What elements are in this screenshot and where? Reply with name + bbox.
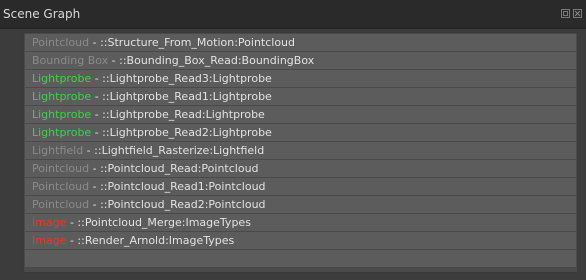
node-path-label: ::Bounding_Box_Read:BoundingBox: [119, 54, 315, 67]
scene-graph-row[interactable]: Image - ::Render_Arnold:ImageTypes: [25, 232, 576, 249]
node-type-label: Pointcloud: [32, 198, 90, 211]
node-type-label: Lightprobe: [32, 90, 92, 103]
node-type-label: Pointcloud: [32, 162, 90, 175]
scene-graph-list-panel: Pointcloud - ::Structure_From_Motion:Poi…: [23, 32, 578, 273]
node-type-label: Pointcloud: [32, 36, 90, 49]
node-path-label: ::Pointcloud_Read2:Pointcloud: [100, 198, 266, 211]
node-path-label: ::Lightprobe_Read:Lightprobe: [102, 108, 265, 121]
node-type-label: Bounding Box: [32, 54, 109, 67]
scene-graph-row[interactable]: Image - ::Pointcloud_Merge:ImageTypes: [25, 214, 576, 231]
node-path-label: ::Lightprobe_Read1:Lightprobe: [102, 90, 272, 103]
scene-graph-row[interactable]: Pointcloud - ::Pointcloud_Read1:Pointclo…: [25, 178, 576, 195]
scene-graph-list: Pointcloud - ::Structure_From_Motion:Poi…: [25, 34, 576, 268]
float-window-icon[interactable]: [561, 9, 570, 18]
node-type-label: Lightprobe: [32, 126, 92, 139]
close-icon[interactable]: [573, 9, 582, 18]
node-path-label: ::Lightprobe_Read2:Lightprobe: [102, 126, 272, 139]
scene-graph-row[interactable]: Lightfield - ::Lightfield_Rasterize:Ligh…: [25, 142, 576, 159]
separator-text: -: [89, 180, 101, 193]
scene-graph-row[interactable]: Lightprobe - ::Lightprobe_Read:Lightprob…: [25, 106, 576, 123]
separator-text: -: [91, 72, 103, 85]
node-path-label: ::Lightfield_Rasterize:Lightfield: [94, 144, 265, 157]
separator-text: -: [108, 54, 120, 67]
separator-text: -: [66, 234, 78, 247]
separator-text: -: [89, 36, 101, 49]
node-path-label: ::Pointcloud_Read:Pointcloud: [100, 162, 259, 175]
scene-graph-row[interactable]: Lightprobe - ::Lightprobe_Read1:Lightpro…: [25, 88, 576, 105]
node-type-label: Lightfield: [32, 144, 84, 157]
title-bar[interactable]: Scene Graph: [0, 0, 586, 29]
node-path-label: ::Render_Arnold:ImageTypes: [77, 234, 235, 247]
separator-text: -: [66, 216, 78, 229]
node-type-label: Lightprobe: [32, 72, 92, 85]
separator-text: -: [91, 108, 103, 121]
node-type-label: Lightprobe: [32, 108, 92, 121]
scene-graph-row[interactable]: [25, 250, 576, 267]
scene-graph-row[interactable]: Pointcloud - ::Structure_From_Motion:Poi…: [25, 34, 576, 51]
separator-text: -: [89, 162, 101, 175]
window-title: Scene Graph: [3, 7, 81, 21]
node-type-label: Pointcloud: [32, 180, 90, 193]
scene-graph-row[interactable]: Pointcloud - ::Pointcloud_Read2:Pointclo…: [25, 196, 576, 213]
node-path-label: ::Pointcloud_Merge:ImageTypes: [77, 216, 251, 229]
separator-text: -: [89, 198, 101, 211]
scene-graph-row[interactable]: Lightprobe - ::Lightprobe_Read2:Lightpro…: [25, 124, 576, 141]
scene-graph-row[interactable]: Lightprobe - ::Lightprobe_Read3:Lightpro…: [25, 70, 576, 87]
scene-graph-window: Scene Graph Pointcloud - ::Structure_Fro…: [0, 0, 586, 280]
separator-text: -: [91, 90, 103, 103]
separator-text: -: [91, 126, 103, 139]
scene-graph-row[interactable]: Bounding Box - ::Bounding_Box_Read:Bound…: [25, 52, 576, 69]
separator-text: -: [83, 144, 95, 157]
node-type-label: Image: [32, 234, 67, 247]
node-path-label: ::Pointcloud_Read1:Pointcloud: [100, 180, 266, 193]
node-type-label: Image: [32, 216, 67, 229]
node-path-label: ::Lightprobe_Read3:Lightprobe: [102, 72, 272, 85]
node-path-label: ::Structure_From_Motion:Pointcloud: [100, 36, 296, 49]
scene-graph-row[interactable]: Pointcloud - ::Pointcloud_Read:Pointclou…: [25, 160, 576, 177]
